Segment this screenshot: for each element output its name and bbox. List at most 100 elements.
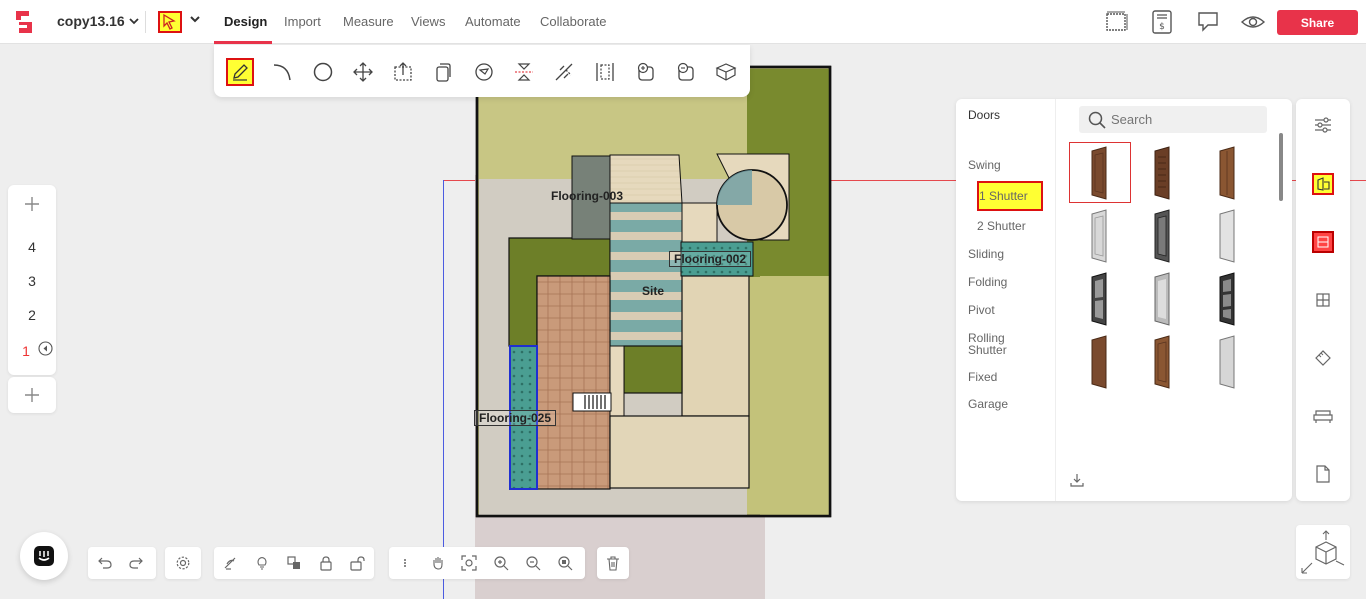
category-list: Doors Swing 1 Shutter 2 Shutter Sliding … [956, 99, 1056, 501]
door-thumbnail[interactable] [1132, 268, 1194, 329]
floor-visibility-icon[interactable] [38, 341, 53, 356]
plus-icon [25, 388, 39, 402]
download-icon[interactable] [1070, 473, 1084, 487]
furniture-button[interactable] [1312, 405, 1334, 427]
add-floor-above-icon[interactable] [25, 197, 39, 211]
more-vertical-icon[interactable] [397, 555, 413, 571]
door-thumbnail[interactable] [1197, 331, 1259, 392]
room-label-flooring-003[interactable]: Flooring-003 [551, 189, 623, 203]
door-thumbnail[interactable] [1069, 142, 1131, 203]
pencil-icon [233, 64, 248, 81]
tab-design[interactable]: Design [224, 14, 267, 29]
grid-button[interactable] [1312, 289, 1334, 311]
3d-cube-icon [1301, 530, 1345, 574]
floor-item[interactable]: 4 [8, 239, 56, 255]
room-label-flooring-025[interactable]: Flooring-025 [474, 410, 557, 426]
category-garage[interactable]: Garage [968, 398, 1008, 410]
category-swing[interactable]: Swing [968, 159, 1001, 171]
library-title: Doors [968, 108, 1001, 122]
door-thumbnail[interactable] [1197, 205, 1259, 266]
trash-icon[interactable] [605, 555, 621, 571]
pan-hand-icon[interactable] [430, 555, 446, 571]
document-button[interactable] [1312, 463, 1334, 485]
app-logo[interactable] [13, 9, 35, 35]
project-name-dropdown[interactable]: copy13.16 [57, 13, 139, 29]
tab-measure[interactable]: Measure [343, 14, 394, 29]
category-folding[interactable]: Folding [968, 276, 1007, 288]
subtract-shape-tool[interactable] [672, 58, 700, 86]
split-tool[interactable] [550, 58, 578, 86]
floors-panel: 4 3 2 1 [8, 185, 56, 375]
category-fixed[interactable]: Fixed [968, 371, 997, 383]
tab-collaborate[interactable]: Collaborate [540, 14, 607, 29]
door-thumbnail[interactable] [1132, 205, 1194, 266]
visibility-group [214, 547, 374, 579]
share-button[interactable]: Share [1277, 10, 1358, 35]
unlock-icon[interactable] [350, 555, 366, 571]
zoom-out-icon[interactable] [525, 555, 541, 571]
mirror-icon [515, 63, 533, 81]
floor-plan-icon[interactable] [1104, 9, 1130, 35]
door-thumbnail[interactable] [1132, 142, 1194, 203]
floor-plan-drawing[interactable] [470, 60, 840, 540]
properties-button[interactable] [1312, 114, 1334, 136]
3d-view-button[interactable] [1296, 525, 1350, 579]
zoom-in-icon[interactable] [493, 555, 509, 571]
window-library-button[interactable] [1312, 231, 1334, 253]
dark-door-icon [1154, 208, 1170, 263]
floor-item[interactable]: 3 [8, 273, 56, 289]
door-thumbnail[interactable] [1197, 268, 1259, 329]
door-library-button[interactable] [1312, 173, 1334, 195]
transform-icon [394, 62, 412, 81]
gray-door-icon [1219, 334, 1235, 389]
category-1-shutter[interactable]: 1 Shutter [977, 181, 1043, 211]
scrollbar[interactable] [1279, 133, 1283, 201]
mirror-tool[interactable] [510, 58, 538, 86]
extrude-tool[interactable] [712, 58, 740, 86]
gray-door-icon [1219, 208, 1235, 263]
door-thumbnail[interactable] [1069, 205, 1131, 266]
select-tool-button[interactable] [158, 11, 182, 33]
room-label-flooring-002[interactable]: Flooring-002 [669, 251, 752, 267]
preview-eye-icon[interactable] [1240, 9, 1266, 35]
category-sliding[interactable]: Sliding [968, 248, 1004, 260]
door-thumbnail[interactable] [1132, 331, 1194, 392]
lock-icon[interactable] [318, 555, 334, 571]
door-thumbnail[interactable] [1069, 331, 1131, 392]
layers-icon[interactable] [286, 555, 302, 571]
zoom-selection-icon[interactable] [557, 555, 573, 571]
add-floor-below-button[interactable] [8, 377, 56, 413]
gear-icon[interactable] [175, 555, 191, 571]
arc-tool[interactable] [268, 58, 296, 86]
circle-tool[interactable] [309, 58, 337, 86]
category-rolling-shutter[interactable]: Rolling Shutter [968, 332, 1024, 356]
rotate-tool[interactable] [470, 58, 498, 86]
pencil-tool[interactable] [226, 58, 254, 86]
cost-estimate-icon[interactable]: $ [1149, 9, 1175, 35]
add-shape-tool[interactable] [632, 58, 660, 86]
hide-icon[interactable] [222, 555, 238, 571]
door-thumbnail[interactable] [1069, 268, 1131, 329]
floor-item[interactable]: 2 [8, 307, 56, 323]
fit-view-icon[interactable] [461, 555, 477, 571]
chat-support-button[interactable] [20, 532, 68, 580]
copy-tool[interactable] [429, 58, 457, 86]
transform-tool[interactable] [389, 58, 417, 86]
door-thumbnail[interactable] [1197, 142, 1259, 203]
category-pivot[interactable]: Pivot [968, 304, 995, 316]
measure-button[interactable] [1312, 347, 1334, 369]
tab-automate[interactable]: Automate [465, 14, 521, 29]
subtract-shape-icon [677, 62, 694, 81]
tab-import[interactable]: Import [284, 14, 321, 29]
search-input[interactable] [1079, 106, 1267, 133]
redo-icon[interactable] [128, 555, 144, 571]
tab-views[interactable]: Views [411, 14, 445, 29]
align-tool[interactable] [591, 58, 619, 86]
lightbulb-icon[interactable] [254, 555, 270, 571]
category-2-shutter[interactable]: 2 Shutter [977, 220, 1026, 232]
comments-icon[interactable] [1195, 9, 1221, 35]
room-label-site[interactable]: Site [642, 284, 664, 298]
chevron-down-icon[interactable] [189, 14, 201, 24]
undo-icon[interactable] [97, 555, 113, 571]
move-tool[interactable] [349, 58, 377, 86]
